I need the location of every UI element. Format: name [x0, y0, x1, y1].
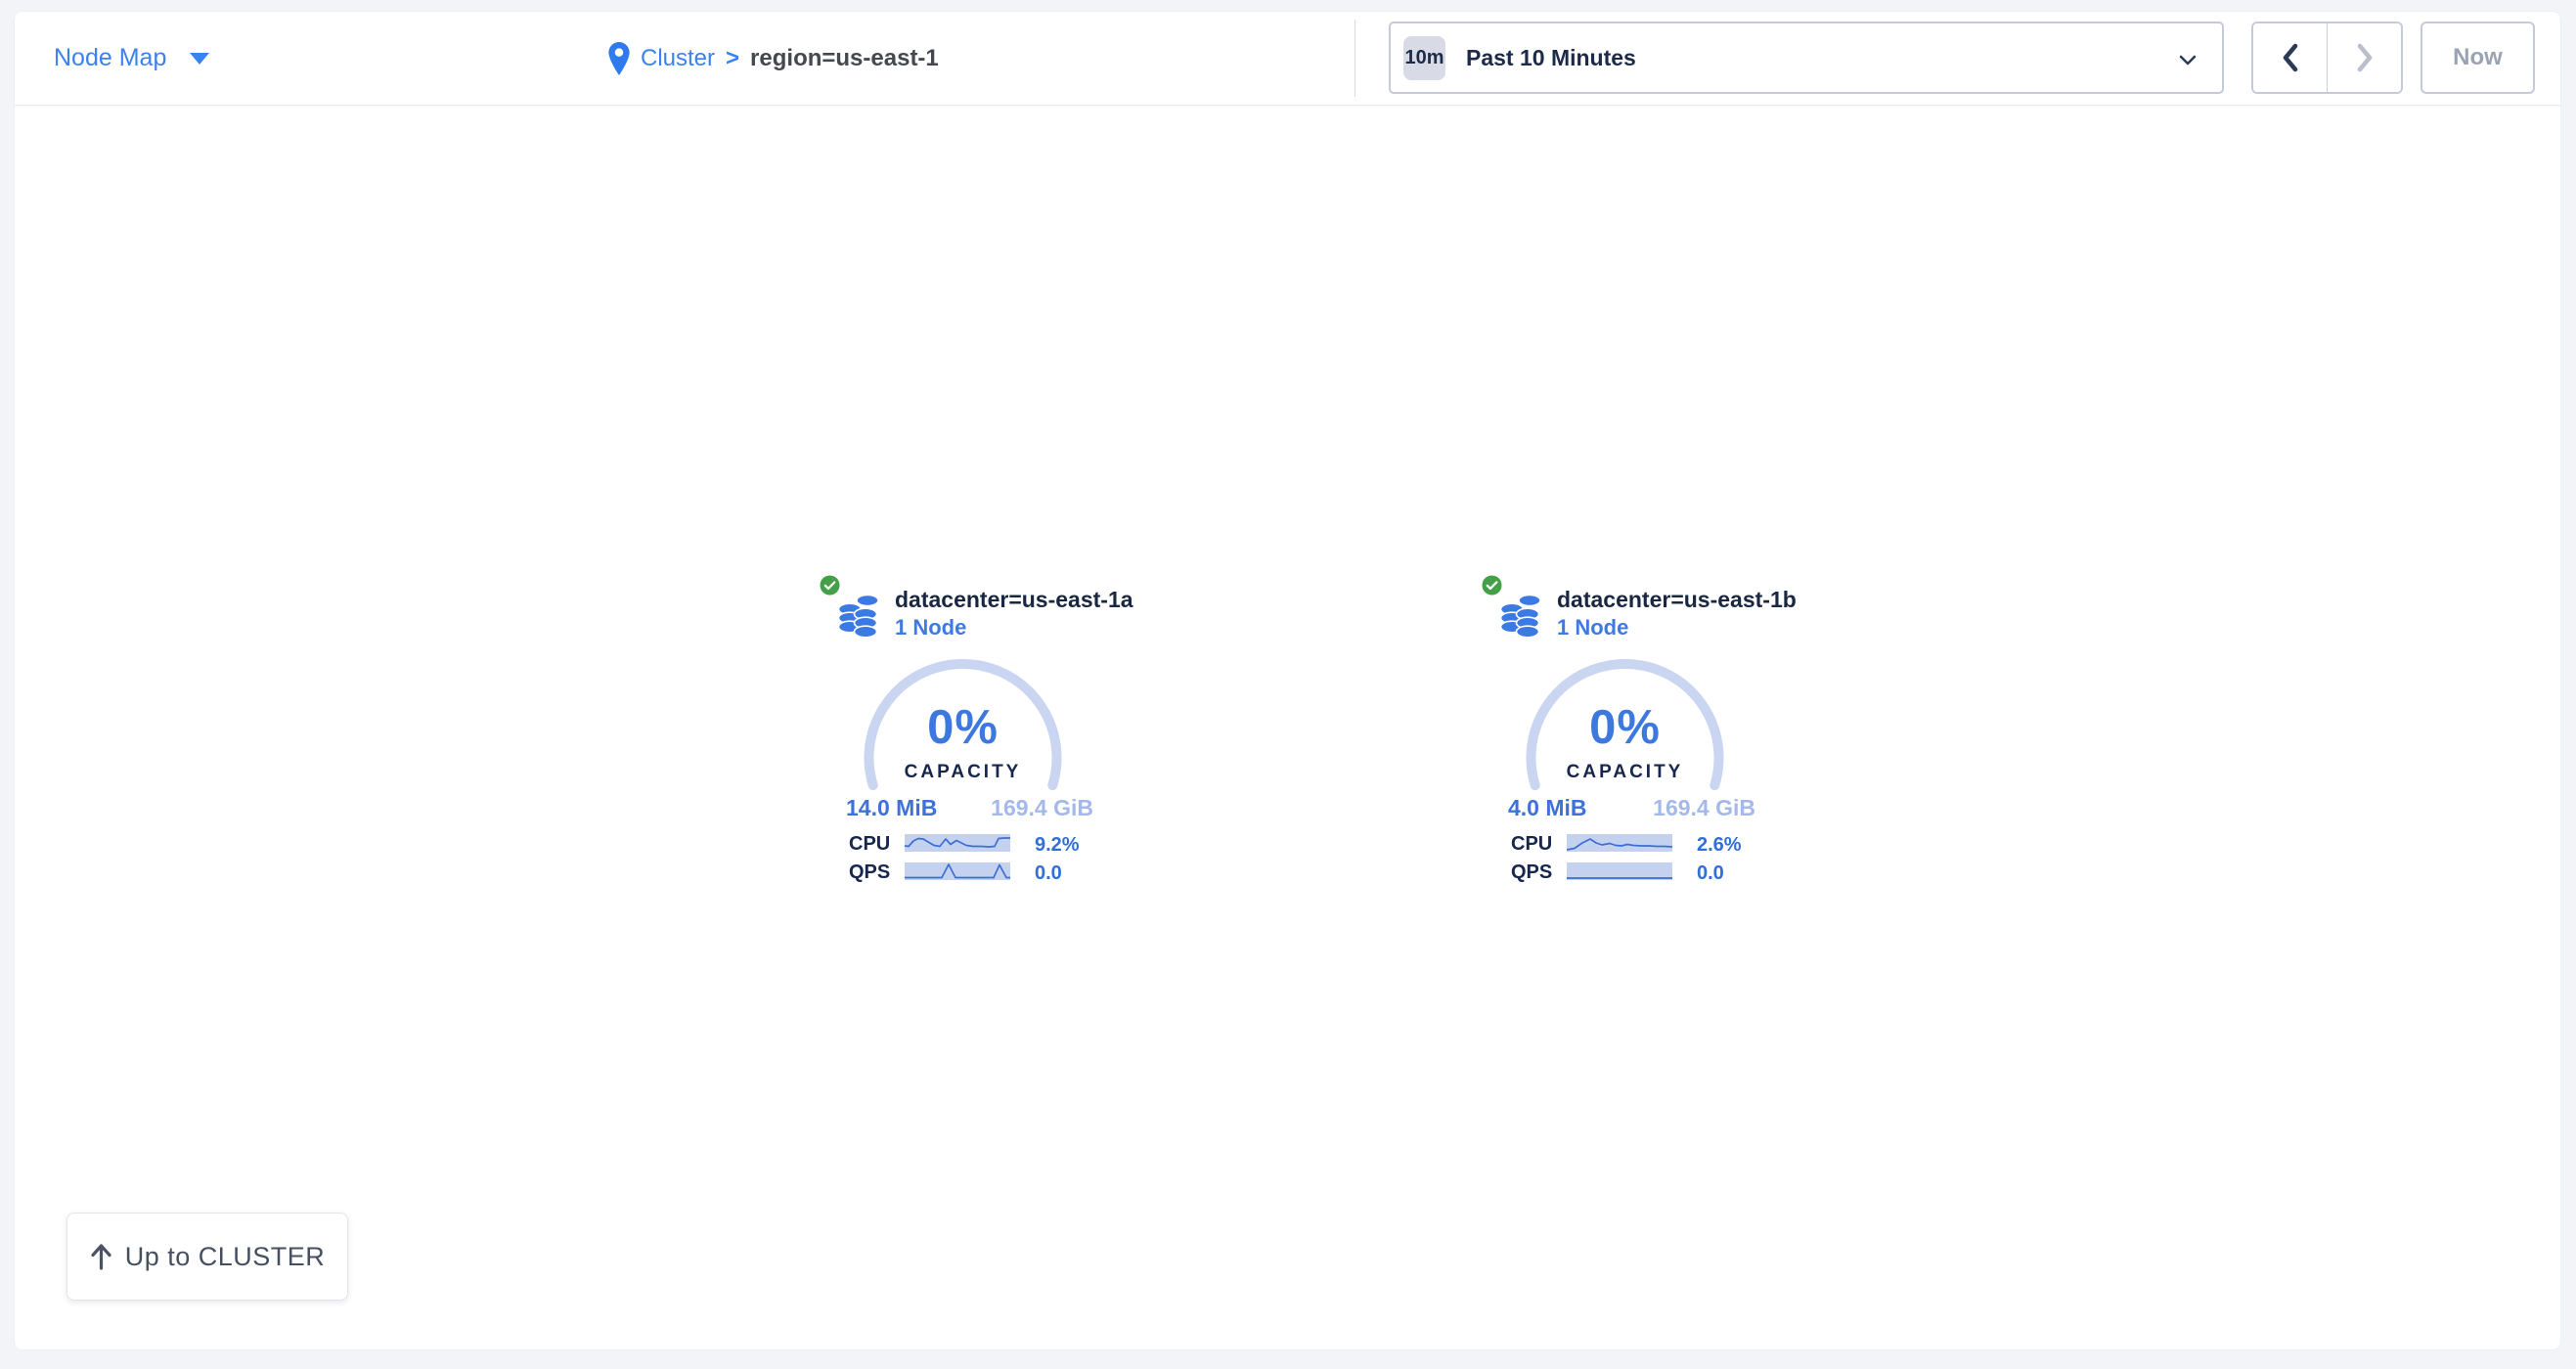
capacity-stats: 14.0 MiB 169.4 GiB [846, 795, 1093, 821]
healthy-check-icon [820, 575, 840, 596]
view-selector-label: Node Map [54, 44, 166, 72]
cpu-metric-row: CPU 9.2% [820, 833, 1097, 853]
datacenter-node-count: 1 Node [895, 615, 966, 640]
cpu-value: 9.2% [1035, 834, 1080, 857]
breadcrumb-current: region=us-east-1 [750, 45, 939, 72]
node-map-panel: Node Map Cluster > region=us-east-1 10m … [15, 12, 2560, 1349]
capacity-total: 169.4 GiB [991, 795, 1093, 821]
datacenter-card-us-east-1a[interactable]: datacenter=us-east-1a 1 Node 0% CAPACITY… [820, 573, 1097, 888]
nodes-stack-icon [1500, 593, 1541, 640]
qps-label: QPS [1511, 861, 1552, 884]
cpu-sparkline [905, 834, 1010, 852]
capacity-total: 169.4 GiB [1653, 795, 1755, 821]
chevron-down-icon [190, 53, 209, 65]
capacity-percent: 0% [860, 700, 1066, 755]
header-bar: Node Map Cluster > region=us-east-1 10m … [15, 12, 2560, 106]
datacenter-name: datacenter=us-east-1b [1557, 587, 1797, 613]
breadcrumb-cluster-link[interactable]: Cluster [641, 45, 715, 72]
capacity-stats: 4.0 MiB 169.4 GiB [1508, 795, 1755, 821]
healthy-check-icon [1482, 575, 1502, 596]
time-range-dropdown[interactable]: 10m Past 10 Minutes [1389, 22, 2224, 94]
qps-metric-row: QPS 0.0 [1482, 861, 1759, 881]
qps-value: 0.0 [1035, 862, 1062, 885]
cpu-metric-row: CPU 2.6% [1482, 833, 1759, 853]
view-selector-dropdown[interactable]: Node Map [54, 12, 209, 105]
qps-label: QPS [849, 861, 890, 884]
qps-sparkline [905, 862, 1010, 880]
cpu-sparkline [1567, 834, 1672, 852]
qps-metric-row: QPS 0.0 [820, 861, 1097, 881]
time-next-button[interactable] [2328, 23, 2401, 92]
map-pin-icon [608, 42, 630, 75]
up-to-cluster-label: Up to CLUSTER [125, 1242, 326, 1272]
capacity-used: 14.0 MiB [846, 795, 937, 821]
time-nav-group [2251, 22, 2403, 94]
capacity-used: 4.0 MiB [1508, 795, 1587, 821]
up-to-cluster-button[interactable]: Up to CLUSTER [67, 1213, 348, 1301]
breadcrumb: Cluster > region=us-east-1 [608, 12, 939, 105]
time-prev-button[interactable] [2253, 23, 2328, 92]
qps-sparkline [1567, 862, 1672, 880]
datacenter-node-count: 1 Node [1557, 615, 1628, 640]
capacity-label: CAPACITY [1522, 762, 1728, 783]
qps-value: 0.0 [1697, 862, 1724, 885]
chevron-left-icon [2282, 43, 2299, 72]
cpu-value: 2.6% [1697, 834, 1742, 857]
capacity-label: CAPACITY [860, 762, 1066, 783]
now-button[interactable]: Now [2421, 22, 2535, 94]
chevron-down-icon [2179, 55, 2197, 66]
breadcrumb-separator: > [726, 45, 739, 72]
time-range-badge: 10m [1403, 36, 1445, 80]
nodes-stack-icon [838, 593, 879, 640]
time-range-label: Past 10 Minutes [1466, 45, 1636, 71]
cpu-label: CPU [1511, 833, 1552, 856]
arrow-up-icon [90, 1243, 112, 1270]
capacity-percent: 0% [1522, 700, 1728, 755]
cpu-label: CPU [849, 833, 890, 856]
datacenter-card-us-east-1b[interactable]: datacenter=us-east-1b 1 Node 0% CAPACITY… [1482, 573, 1759, 888]
datacenter-name: datacenter=us-east-1a [895, 587, 1133, 613]
chevron-right-icon [2356, 43, 2374, 72]
now-button-label: Now [2453, 44, 2503, 71]
